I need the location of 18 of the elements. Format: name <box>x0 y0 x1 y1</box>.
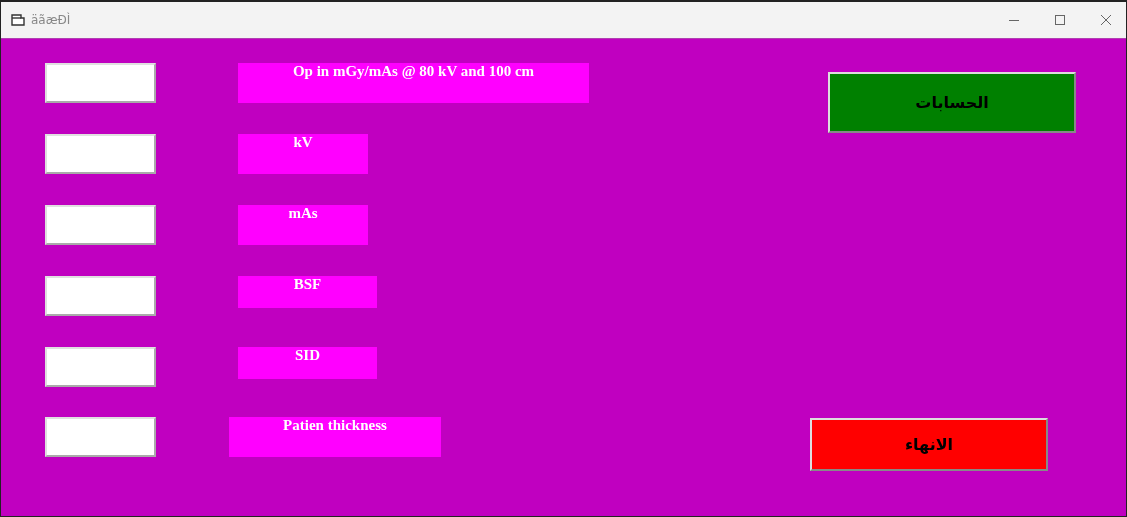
action-button[interactable]: الحسابات <box>828 72 1076 133</box>
field-label: SID <box>238 347 377 379</box>
input-field[interactable] <box>45 63 156 103</box>
field-label: Op in mGy/mAs @ 80 kV and 100 cm <box>238 63 589 103</box>
close-icon[interactable] <box>1100 14 1112 26</box>
field-label: Patien thickness <box>229 417 441 457</box>
action-button[interactable]: الانهاء <box>810 418 1048 471</box>
field-label: mAs <box>238 205 368 245</box>
input-field[interactable] <box>45 347 156 387</box>
field-label: kV <box>238 134 368 174</box>
input-field[interactable] <box>45 205 156 245</box>
input-field[interactable] <box>45 276 156 316</box>
window-icon <box>11 14 25 26</box>
field-label: BSF <box>238 276 377 308</box>
input-field[interactable] <box>45 134 156 174</box>
window-title: äãæÐÌ <box>31 13 71 27</box>
input-field[interactable] <box>45 417 156 457</box>
maximize-icon[interactable] <box>1054 14 1066 26</box>
